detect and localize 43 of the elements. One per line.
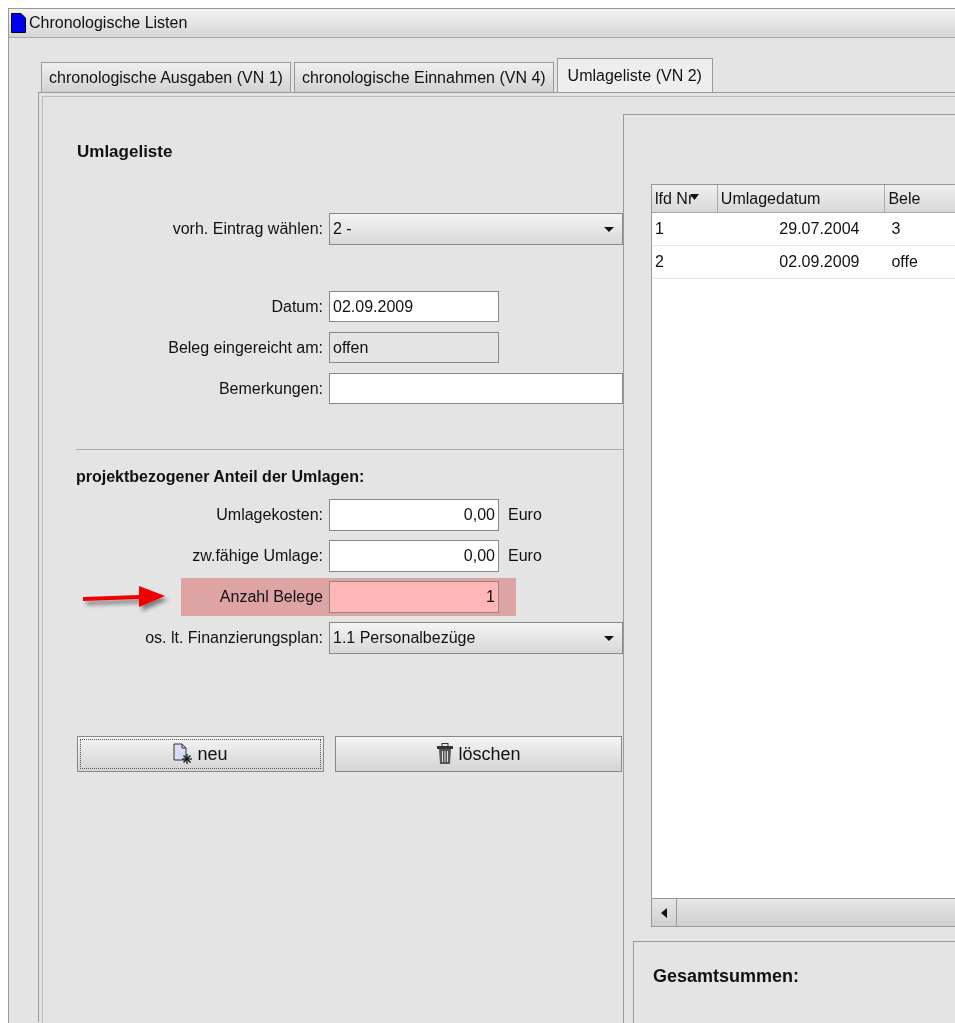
section-heading: projektbezogener Anteil der Umlagen: xyxy=(76,468,366,486)
tab[interactable]: chronologische Ausgaben (VN 1) xyxy=(41,62,291,92)
document-icon xyxy=(11,13,26,33)
unit-label: Euro xyxy=(508,506,542,524)
table-cell-text: 29.07.2004 xyxy=(778,219,861,239)
dropdown[interactable]: 1.1 Personalbezüge xyxy=(329,622,623,654)
new-document-icon xyxy=(173,743,194,765)
input-field[interactable]: 1 xyxy=(329,581,499,613)
delete-button[interactable]: löschen xyxy=(335,736,622,772)
field-label: Anzahl Belege xyxy=(218,588,323,606)
input-field[interactable]: 0,00 xyxy=(329,499,499,531)
field-label: Umlagekosten: xyxy=(215,506,323,524)
table-cell-text: 3 xyxy=(890,219,902,239)
unit-label: Euro xyxy=(508,547,542,565)
column-header[interactable]: lfd Nr xyxy=(652,185,718,212)
input-field[interactable]: 0,00 xyxy=(329,540,499,572)
input-field[interactable] xyxy=(329,373,623,404)
table-cell-text: offe xyxy=(890,252,919,272)
input-field[interactable]: 02.09.2009 xyxy=(329,291,499,322)
field-label: Datum: xyxy=(270,297,323,316)
field-label: os. lt. Finanzierungsplan: xyxy=(144,629,323,647)
scrollbar[interactable] xyxy=(652,898,955,926)
column-header[interactable]: Umlagedatum xyxy=(717,185,886,212)
field-label: Bemerkungen: xyxy=(217,379,323,398)
new-button[interactable]: neu xyxy=(77,736,324,772)
caret-icon xyxy=(604,226,614,232)
input-field[interactable]: offen xyxy=(329,332,499,363)
field-label: vorh. Eintrag wählen: xyxy=(171,220,323,238)
table-cell-text: 02.09.2009 xyxy=(778,252,861,272)
form-heading: Umlageliste xyxy=(77,142,174,163)
table-cell-text: 2 xyxy=(654,252,665,272)
totals-heading: Gesamtsummen: xyxy=(653,966,801,987)
tab[interactable]: Umlageliste (VN 2) xyxy=(556,58,713,92)
caret-icon xyxy=(604,635,614,641)
dropdown[interactable]: 2 - xyxy=(329,213,623,245)
column-header[interactable]: Bele xyxy=(885,185,955,212)
trash-icon xyxy=(436,743,455,765)
window-title: Chronologische Listen xyxy=(29,14,188,32)
scroll-left-icon[interactable] xyxy=(661,907,667,918)
tab[interactable]: chronologische Einnahmen (VN 4) xyxy=(293,62,554,92)
field-label: zw.fähige Umlage: xyxy=(191,547,323,565)
field-label: Beleg eingereicht am: xyxy=(167,338,323,357)
table-cell-text: 1 xyxy=(654,219,665,239)
